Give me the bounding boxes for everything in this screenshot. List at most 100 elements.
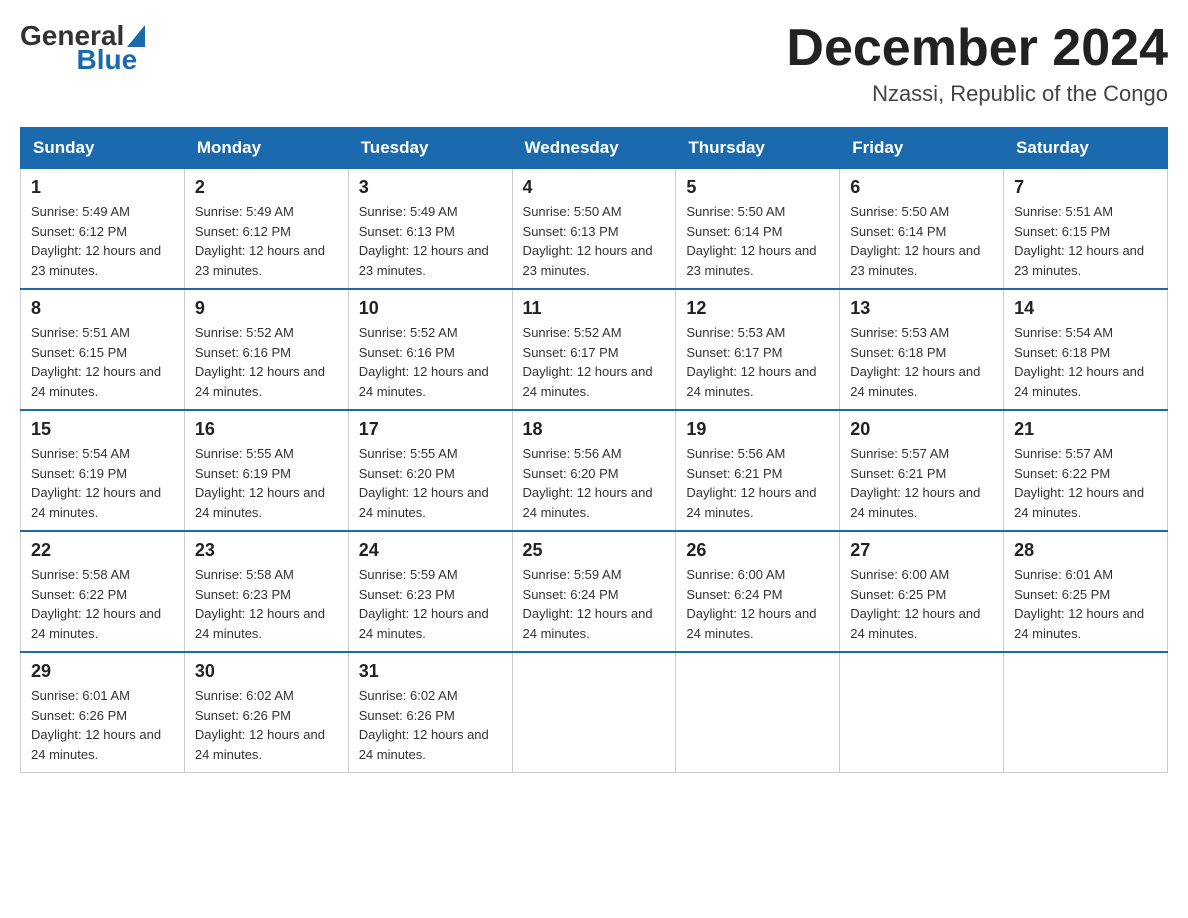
day-number: 27 bbox=[850, 540, 993, 561]
calendar-cell: 15 Sunrise: 5:54 AMSunset: 6:19 PMDayligh… bbox=[21, 410, 185, 531]
logo: General Gen Blue bbox=[20, 20, 145, 76]
day-number: 23 bbox=[195, 540, 338, 561]
calendar-cell: 11Sunrise: 5:52 AMSunset: 6:17 PMDayligh… bbox=[512, 289, 676, 410]
day-info: Sunrise: 6:01 AMSunset: 6:25 PMDaylight:… bbox=[1014, 565, 1157, 643]
day-number: 31 bbox=[359, 661, 502, 682]
calendar-cell: 5Sunrise: 5:50 AMSunset: 6:14 PMDaylight… bbox=[676, 169, 840, 290]
calendar-cell: 18 Sunrise: 5:56 AMSunset: 6:20 PMDayligh… bbox=[512, 410, 676, 531]
calendar-cell: 27Sunrise: 6:00 AMSunset: 6:25 PMDayligh… bbox=[840, 531, 1004, 652]
day-number: 25 bbox=[523, 540, 666, 561]
day-info: Sunrise: 5:51 AMSunset: 6:15 PMDaylight:… bbox=[31, 323, 174, 401]
day-number: 2 bbox=[195, 177, 338, 198]
day-number: 12 bbox=[686, 298, 829, 319]
weekday-header-wednesday: Wednesday bbox=[512, 128, 676, 169]
calendar-cell: 30 Sunrise: 6:02 AMSunset: 6:26 PMDayligh… bbox=[184, 652, 348, 773]
day-info: Sunrise: 5:56 AMSunset: 6:21 PMDaylight:… bbox=[686, 444, 829, 522]
calendar-cell: 17Sunrise: 5:55 AMSunset: 6:20 PMDayligh… bbox=[348, 410, 512, 531]
day-number: 20 bbox=[850, 419, 993, 440]
day-number: 7 bbox=[1014, 177, 1157, 198]
day-info: Sunrise: 5:57 AMSunset: 6:22 PMDaylight:… bbox=[1014, 444, 1157, 522]
day-number: 21 bbox=[1014, 419, 1157, 440]
day-info: Sunrise: 6:02 AMSunset: 6:26 PMDaylight:… bbox=[195, 686, 338, 764]
calendar-week-row: 8 Sunrise: 5:51 AMSunset: 6:15 PMDaylight… bbox=[21, 289, 1168, 410]
day-info: Sunrise: 5:58 AMSunset: 6:22 PMDaylight:… bbox=[31, 565, 174, 643]
day-number: 9 bbox=[195, 298, 338, 319]
day-info: Sunrise: 5:54 AMSunset: 6:19 PMDaylight:… bbox=[31, 444, 174, 522]
day-info: Sunrise: 6:02 AMSunset: 6:26 PMDaylight:… bbox=[359, 686, 502, 764]
calendar-cell: 3 Sunrise: 5:49 AMSunset: 6:13 PMDaylight… bbox=[348, 169, 512, 290]
day-number: 30 bbox=[195, 661, 338, 682]
day-info: Sunrise: 5:55 AMSunset: 6:19 PMDaylight:… bbox=[195, 444, 338, 522]
day-number: 24 bbox=[359, 540, 502, 561]
calendar-cell bbox=[840, 652, 1004, 773]
calendar-cell: 19 Sunrise: 5:56 AMSunset: 6:21 PMDayligh… bbox=[676, 410, 840, 531]
weekday-header-thursday: Thursday bbox=[676, 128, 840, 169]
calendar-cell: 13Sunrise: 5:53 AMSunset: 6:18 PMDayligh… bbox=[840, 289, 1004, 410]
calendar-week-row: 22Sunrise: 5:58 AMSunset: 6:22 PMDayligh… bbox=[21, 531, 1168, 652]
day-info: Sunrise: 5:59 AMSunset: 6:23 PMDaylight:… bbox=[359, 565, 502, 643]
day-number: 29 bbox=[31, 661, 174, 682]
day-number: 16 bbox=[195, 419, 338, 440]
day-info: Sunrise: 6:00 AMSunset: 6:24 PMDaylight:… bbox=[686, 565, 829, 643]
day-info: Sunrise: 5:50 AMSunset: 6:13 PMDaylight:… bbox=[523, 202, 666, 280]
logo-blue-text: Blue bbox=[76, 44, 137, 76]
calendar-cell: 1Sunrise: 5:49 AMSunset: 6:12 PMDaylight… bbox=[21, 169, 185, 290]
day-number: 18 bbox=[523, 419, 666, 440]
calendar-cell: 28 Sunrise: 6:01 AMSunset: 6:25 PMDayligh… bbox=[1004, 531, 1168, 652]
calendar-cell: 8 Sunrise: 5:51 AMSunset: 6:15 PMDaylight… bbox=[21, 289, 185, 410]
day-info: Sunrise: 5:50 AMSunset: 6:14 PMDaylight:… bbox=[850, 202, 993, 280]
day-number: 26 bbox=[686, 540, 829, 561]
calendar-cell bbox=[1004, 652, 1168, 773]
day-number: 28 bbox=[1014, 540, 1157, 561]
day-info: Sunrise: 5:57 AMSunset: 6:21 PMDaylight:… bbox=[850, 444, 993, 522]
day-number: 6 bbox=[850, 177, 993, 198]
weekday-header-monday: Monday bbox=[184, 128, 348, 169]
calendar-week-row: 1Sunrise: 5:49 AMSunset: 6:12 PMDaylight… bbox=[21, 169, 1168, 290]
day-info: Sunrise: 5:59 AMSunset: 6:24 PMDaylight:… bbox=[523, 565, 666, 643]
calendar-cell: 9 Sunrise: 5:52 AMSunset: 6:16 PMDaylight… bbox=[184, 289, 348, 410]
calendar-week-row: 29 Sunrise: 6:01 AMSunset: 6:26 PMDayligh… bbox=[21, 652, 1168, 773]
calendar-cell: 10 Sunrise: 5:52 AMSunset: 6:16 PMDayligh… bbox=[348, 289, 512, 410]
calendar-cell: 26 Sunrise: 6:00 AMSunset: 6:24 PMDayligh… bbox=[676, 531, 840, 652]
calendar-cell: 2 Sunrise: 5:49 AMSunset: 6:12 PMDaylight… bbox=[184, 169, 348, 290]
day-info: Sunrise: 5:52 AMSunset: 6:16 PMDaylight:… bbox=[359, 323, 502, 401]
calendar-cell: 22Sunrise: 5:58 AMSunset: 6:22 PMDayligh… bbox=[21, 531, 185, 652]
day-info: Sunrise: 6:01 AMSunset: 6:26 PMDaylight:… bbox=[31, 686, 174, 764]
weekday-header-tuesday: Tuesday bbox=[348, 128, 512, 169]
day-info: Sunrise: 5:58 AMSunset: 6:23 PMDaylight:… bbox=[195, 565, 338, 643]
day-number: 15 bbox=[31, 419, 174, 440]
day-info: Sunrise: 5:49 AMSunset: 6:13 PMDaylight:… bbox=[359, 202, 502, 280]
calendar-cell: 14 Sunrise: 5:54 AMSunset: 6:18 PMDayligh… bbox=[1004, 289, 1168, 410]
day-info: Sunrise: 5:55 AMSunset: 6:20 PMDaylight:… bbox=[359, 444, 502, 522]
day-info: Sunrise: 5:54 AMSunset: 6:18 PMDaylight:… bbox=[1014, 323, 1157, 401]
day-info: Sunrise: 5:52 AMSunset: 6:16 PMDaylight:… bbox=[195, 323, 338, 401]
page-header: General Gen Blue December 2024 Nzassi, R… bbox=[20, 20, 1168, 107]
day-number: 10 bbox=[359, 298, 502, 319]
calendar-cell: 4Sunrise: 5:50 AMSunset: 6:13 PMDaylight… bbox=[512, 169, 676, 290]
calendar-week-row: 15 Sunrise: 5:54 AMSunset: 6:19 PMDayligh… bbox=[21, 410, 1168, 531]
day-number: 3 bbox=[359, 177, 502, 198]
calendar-cell: 6 Sunrise: 5:50 AMSunset: 6:14 PMDaylight… bbox=[840, 169, 1004, 290]
calendar-cell: 29 Sunrise: 6:01 AMSunset: 6:26 PMDayligh… bbox=[21, 652, 185, 773]
day-info: Sunrise: 5:56 AMSunset: 6:20 PMDaylight:… bbox=[523, 444, 666, 522]
day-info: Sunrise: 5:49 AMSunset: 6:12 PMDaylight:… bbox=[195, 202, 338, 280]
calendar-cell: 21 Sunrise: 5:57 AMSunset: 6:22 PMDayligh… bbox=[1004, 410, 1168, 531]
calendar-cell: 20 Sunrise: 5:57 AMSunset: 6:21 PMDayligh… bbox=[840, 410, 1004, 531]
day-number: 19 bbox=[686, 419, 829, 440]
calendar-cell bbox=[512, 652, 676, 773]
calendar-cell bbox=[676, 652, 840, 773]
day-info: Sunrise: 5:51 AMSunset: 6:15 PMDaylight:… bbox=[1014, 202, 1157, 280]
location-subtitle: Nzassi, Republic of the Congo bbox=[786, 81, 1168, 107]
day-info: Sunrise: 5:53 AMSunset: 6:18 PMDaylight:… bbox=[850, 323, 993, 401]
calendar-cell: 24 Sunrise: 5:59 AMSunset: 6:23 PMDayligh… bbox=[348, 531, 512, 652]
month-year-title: December 2024 bbox=[786, 20, 1168, 77]
calendar-cell: 23 Sunrise: 5:58 AMSunset: 6:23 PMDayligh… bbox=[184, 531, 348, 652]
calendar-cell: 25 Sunrise: 5:59 AMSunset: 6:24 PMDayligh… bbox=[512, 531, 676, 652]
day-number: 8 bbox=[31, 298, 174, 319]
weekday-header-saturday: Saturday bbox=[1004, 128, 1168, 169]
weekday-header-friday: Friday bbox=[840, 128, 1004, 169]
day-number: 5 bbox=[686, 177, 829, 198]
calendar-table: SundayMondayTuesdayWednesdayThursdayFrid… bbox=[20, 127, 1168, 773]
day-number: 14 bbox=[1014, 298, 1157, 319]
day-info: Sunrise: 5:52 AMSunset: 6:17 PMDaylight:… bbox=[523, 323, 666, 401]
